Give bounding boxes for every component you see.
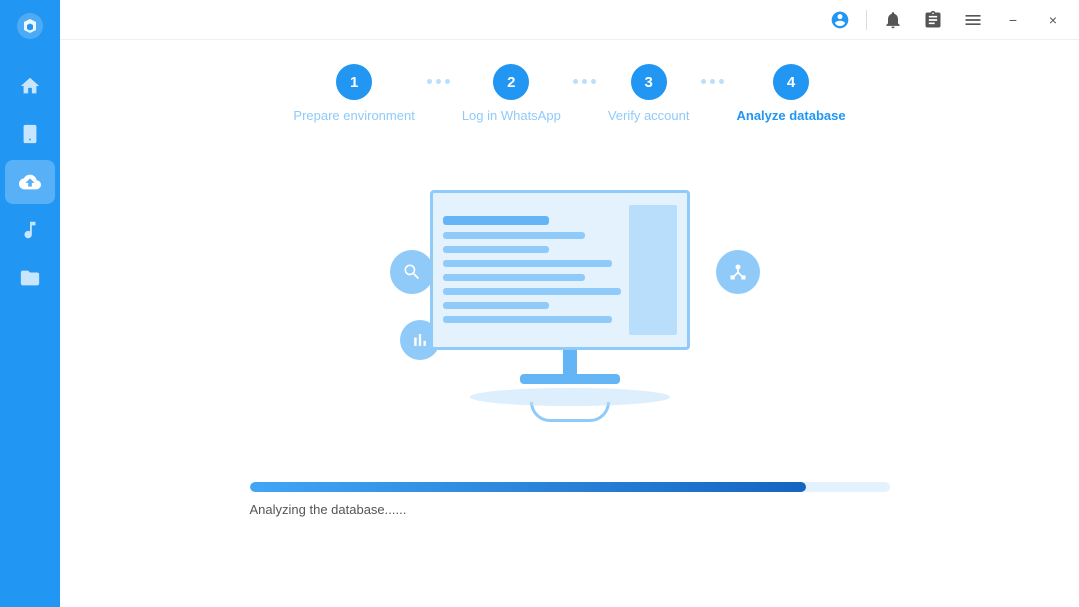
dot <box>445 79 450 84</box>
step-1-circle: 1 <box>336 64 372 100</box>
monitor-base <box>520 374 620 384</box>
dot <box>582 79 587 84</box>
screen-sidebar <box>629 205 677 335</box>
dot <box>710 79 715 84</box>
monitor-screen <box>430 190 690 350</box>
monitor <box>430 190 710 422</box>
progress-text: Analyzing the database...... <box>250 502 890 517</box>
dots-3-4 <box>701 79 724 108</box>
dot <box>591 79 596 84</box>
screen-line <box>443 302 550 309</box>
screen-line <box>443 274 585 281</box>
dots-2-3 <box>573 79 596 108</box>
screen-line <box>443 246 550 253</box>
step-2-label: Log in WhatsApp <box>462 108 561 123</box>
monitor-base-neck <box>563 350 577 374</box>
step-2-circle: 2 <box>493 64 529 100</box>
bell-icon[interactable] <box>879 6 907 34</box>
steps-bar: 1 Prepare environment 2 Log in WhatsApp … <box>60 40 1079 139</box>
progress-bar-fill <box>250 482 807 492</box>
step-3-label: Verify account <box>608 108 690 123</box>
profile-icon[interactable] <box>826 6 854 34</box>
screen-line <box>443 216 550 225</box>
float-search-icon <box>390 250 434 294</box>
dot <box>719 79 724 84</box>
sidebar-item-backup[interactable] <box>5 160 55 204</box>
screen-line <box>443 288 621 295</box>
sidebar-nav <box>0 64 60 607</box>
sidebar <box>0 0 60 607</box>
dot <box>573 79 578 84</box>
step-1-label: Prepare environment <box>293 108 414 123</box>
screen-line <box>443 232 585 239</box>
step-4: 4 Analyze database <box>736 64 845 123</box>
progress-section: Analyzing the database...... <box>250 482 890 517</box>
dots-1-2 <box>427 79 450 108</box>
divider <box>866 10 867 30</box>
screen-line <box>443 260 612 267</box>
dot <box>701 79 706 84</box>
step-3-circle: 3 <box>631 64 667 100</box>
float-network-icon <box>716 250 760 294</box>
screen-line <box>443 316 612 323</box>
dot <box>436 79 441 84</box>
illustration <box>360 190 780 450</box>
step-3: 3 Verify account <box>608 64 690 123</box>
menu-icon[interactable] <box>959 6 987 34</box>
step-4-label: Analyze database <box>736 108 845 123</box>
titlebar-actions: − × <box>826 6 1067 34</box>
content-area: Analyzing the database...... <box>60 139 1079 607</box>
app-logo <box>12 8 48 44</box>
step-4-circle: 4 <box>773 64 809 100</box>
clipboard-icon[interactable] <box>919 6 947 34</box>
step-2: 2 Log in WhatsApp <box>462 64 561 123</box>
screen-content <box>443 205 621 335</box>
sidebar-item-music[interactable] <box>5 208 55 252</box>
titlebar: − × <box>60 0 1079 40</box>
sidebar-item-files[interactable] <box>5 256 55 300</box>
close-button[interactable]: × <box>1039 6 1067 34</box>
sidebar-item-home[interactable] <box>5 64 55 108</box>
progress-bar-background <box>250 482 890 492</box>
dot <box>427 79 432 84</box>
minimize-button[interactable]: − <box>999 6 1027 34</box>
monitor-shadow <box>470 388 670 406</box>
step-1: 1 Prepare environment <box>293 64 414 123</box>
main-content: − × 1 Prepare environment 2 Log in Whats… <box>60 0 1079 607</box>
sidebar-item-device[interactable] <box>5 112 55 156</box>
